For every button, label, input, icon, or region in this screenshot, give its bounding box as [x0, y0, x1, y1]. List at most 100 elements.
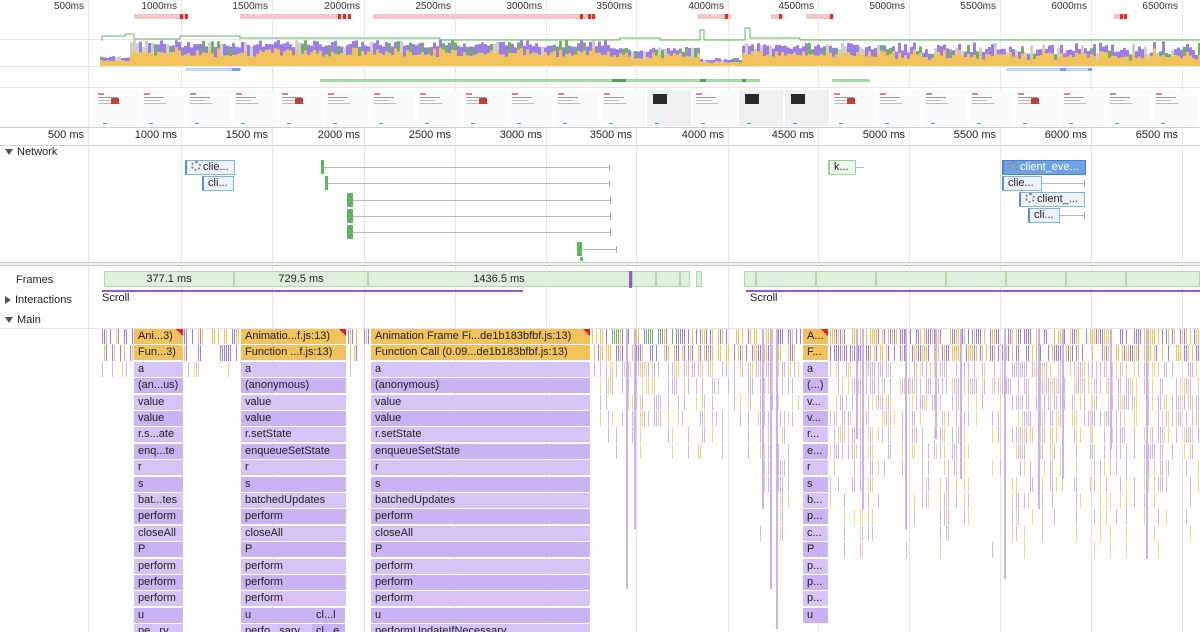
call-stack-entry[interactable]: value [371, 394, 591, 410]
network-request[interactable] [325, 176, 328, 190]
call-stack-entry[interactable]: s [371, 476, 591, 492]
call-stack-entry[interactable]: value [241, 394, 347, 410]
call-stack-entry[interactable]: perform [134, 558, 184, 574]
call-stack-entry[interactable]: s [241, 476, 347, 492]
frame[interactable] [696, 271, 702, 287]
call-stack-entry[interactable]: value [371, 411, 591, 426]
network-request[interactable] [577, 242, 582, 256]
track-main-header[interactable]: Main [0, 312, 41, 328]
frame[interactable]: 1436.5 ms [368, 271, 630, 287]
call-stack-entry[interactable]: (an...us) [134, 378, 184, 394]
function-call-event[interactable]: Fun...3) [134, 345, 184, 361]
network-request[interactable] [580, 257, 583, 261]
network-request[interactable]: client_... [1019, 192, 1085, 207]
call-stack-entry[interactable]: perform [371, 591, 591, 607]
call-stack-entry[interactable]: closeAll [134, 525, 184, 541]
network-request[interactable] [347, 209, 353, 223]
call-stack-entry[interactable]: perform [134, 591, 184, 607]
frame[interactable]: 377.1 ms [104, 271, 234, 287]
call-stack-entry[interactable]: u [803, 607, 829, 623]
call-stack-entry[interactable]: a [803, 361, 829, 377]
timeline-overview[interactable]: 500ms 1000ms 1500ms 2000ms 2500ms 3000ms 3500m… [0, 0, 1200, 128]
frame[interactable] [1066, 271, 1126, 287]
call-stack-entry[interactable]: perform [241, 558, 347, 574]
call-stack-entry[interactable]: a [371, 361, 591, 377]
call-stack-entry[interactable]: p... [803, 558, 829, 574]
function-call-event[interactable]: F... [803, 345, 829, 361]
frame[interactable] [946, 271, 1006, 287]
frame[interactable]: 729.5 ms [234, 271, 368, 287]
call-stack-entry[interactable]: r.setState [371, 427, 591, 443]
frame[interactable] [816, 271, 876, 287]
call-stack-entry[interactable]: cl...e [312, 624, 346, 632]
call-stack-entry[interactable]: a [241, 361, 347, 377]
track-network-header[interactable]: Network [0, 145, 57, 159]
network-request[interactable] [347, 193, 353, 207]
call-stack-entry[interactable]: (...) [803, 378, 829, 394]
call-stack-entry[interactable]: perform [371, 558, 591, 574]
call-stack-entry[interactable]: P [241, 542, 347, 558]
animation-frame-event[interactable]: Ani...3) [134, 329, 184, 344]
frame[interactable] [1126, 271, 1200, 287]
network-request[interactable]: cli... [202, 176, 234, 191]
call-stack-entry[interactable]: r [241, 460, 347, 476]
call-stack-entry[interactable]: perform [134, 575, 184, 590]
call-stack-entry[interactable]: perform [371, 509, 591, 525]
call-stack-entry[interactable]: b... [803, 493, 829, 508]
animation-frame-event[interactable]: Animation Frame Fi...de1b183bfbf.js:13) [371, 329, 591, 344]
network-request[interactable]: cli... [1028, 208, 1060, 223]
call-stack-entry[interactable]: s [134, 476, 184, 492]
call-stack-entry[interactable]: perform [241, 575, 347, 590]
interaction-bar[interactable] [102, 290, 523, 292]
frame[interactable] [744, 271, 756, 287]
call-stack-entry[interactable]: value [134, 394, 184, 410]
network-request[interactable]: clie... [185, 160, 235, 175]
call-stack-entry[interactable]: P [803, 542, 829, 558]
call-stack-entry[interactable]: performUpdateIfNecessary [371, 624, 591, 632]
call-stack-entry[interactable]: r [803, 460, 829, 476]
main-flame-chart[interactable]: Ani...3) Fun...3) a (an...us) value value r.s.… [0, 329, 1200, 632]
call-stack-entry[interactable]: v... [803, 394, 829, 410]
expand-arrow-icon[interactable] [5, 296, 11, 304]
call-stack-entry[interactable]: bat...tes [134, 493, 184, 508]
call-stack-entry[interactable]: closeAll [371, 525, 591, 541]
call-stack-entry[interactable]: P [371, 542, 591, 558]
call-stack-entry[interactable]: value [241, 411, 347, 426]
call-stack-entry[interactable]: c... [803, 525, 829, 541]
interaction-bar[interactable] [746, 290, 1200, 292]
call-stack-entry[interactable]: r.setState [241, 427, 347, 443]
call-stack-entry[interactable]: P [134, 542, 184, 558]
call-stack-entry[interactable]: perform [371, 575, 591, 590]
call-stack-entry[interactable]: value [134, 411, 184, 426]
network-request[interactable] [321, 160, 324, 174]
call-stack-entry[interactable]: r [134, 460, 184, 476]
call-stack-entry[interactable]: enqueueSetState [371, 443, 591, 459]
frame[interactable] [656, 271, 680, 287]
frame[interactable] [876, 271, 946, 287]
function-call-event[interactable]: Function ...f.js:13) [241, 345, 347, 361]
network-request[interactable] [347, 225, 353, 239]
animation-frame-event[interactable]: Animatio...f.js:13) [241, 329, 347, 344]
track-interactions-header[interactable]: Interactions [0, 292, 72, 308]
call-stack-entry[interactable]: r [371, 460, 591, 476]
frame[interactable] [632, 271, 656, 287]
call-stack-entry[interactable]: enq...te [134, 443, 184, 459]
call-stack-entry[interactable]: s [803, 476, 829, 492]
expand-arrow-icon[interactable] [5, 149, 13, 155]
call-stack-entry[interactable]: perform [241, 509, 347, 525]
animation-frame-event[interactable]: A... [803, 329, 829, 344]
network-request[interactable]: k... [828, 160, 856, 175]
call-stack-entry[interactable]: (anonymous) [241, 378, 347, 394]
call-stack-entry[interactable]: p... [803, 591, 829, 607]
call-stack-entry[interactable]: p... [803, 509, 829, 525]
call-stack-entry[interactable]: r.s...ate [134, 427, 184, 443]
call-stack-entry[interactable]: e... [803, 443, 829, 459]
call-stack-entry[interactable]: enqueueSetState [241, 443, 347, 459]
call-stack-entry[interactable]: batchedUpdates [371, 493, 591, 508]
expand-arrow-icon[interactable] [5, 317, 13, 323]
network-request[interactable]: client_eve... [1002, 160, 1086, 175]
call-stack-entry[interactable]: closeAll [241, 525, 347, 541]
call-stack-entry[interactable]: a [134, 361, 184, 377]
call-stack-entry[interactable]: perform [134, 509, 184, 525]
call-stack-entry[interactable]: perform [241, 591, 347, 607]
